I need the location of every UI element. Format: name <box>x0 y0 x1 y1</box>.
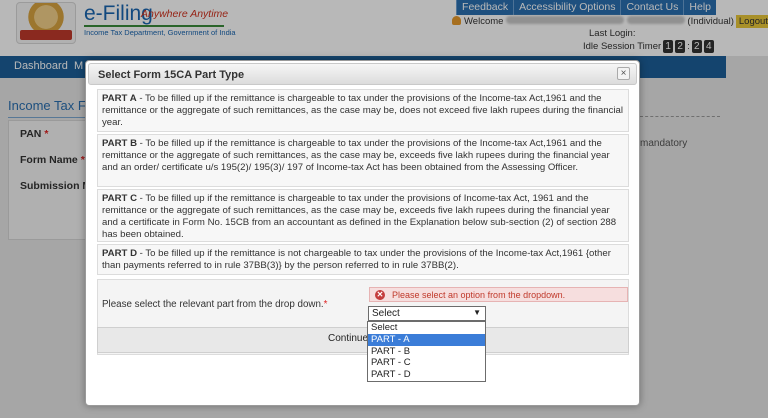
continue-bar: Continue <box>97 327 629 353</box>
part-a-description: PART A - To be filled up if the remittan… <box>97 89 629 132</box>
part-b-description: PART B - To be filled up if the remittan… <box>97 134 629 187</box>
dialog-titlebar[interactable]: Select Form 15CA Part Type × <box>88 63 637 85</box>
select-value: Select <box>372 308 400 319</box>
part-d-description: PART D - To be filled up if the remittan… <box>97 244 629 275</box>
error-icon: ✕ <box>375 290 385 300</box>
error-message: Please select an option from the dropdow… <box>392 290 566 300</box>
part-type-select[interactable]: Select ▼ <box>368 306 486 321</box>
part-type-dialog: Select Form 15CA Part Type × PART A - To… <box>85 60 640 406</box>
dialog-title: Select Form 15CA Part Type <box>98 69 245 81</box>
option-part-d[interactable]: PART - D <box>368 369 485 381</box>
part-c-description: PART C - To be filled up if the remittan… <box>97 189 629 242</box>
close-icon[interactable]: × <box>617 67 630 80</box>
dropdown-arrow-icon: ▼ <box>473 308 481 317</box>
option-part-c[interactable]: PART - C <box>368 357 485 369</box>
part-type-dropdown: Select PART - A PART - B PART - C PART -… <box>367 321 486 382</box>
select-part-label: Please select the relevant part from the… <box>102 299 328 310</box>
part-descriptions: PART A - To be filled up if the remittan… <box>97 89 629 277</box>
option-select[interactable]: Select <box>368 322 485 334</box>
option-part-b[interactable]: PART - B <box>368 346 485 358</box>
continue-button[interactable]: Continue <box>328 333 368 347</box>
error-message-box: ✕ Please select an option from the dropd… <box>369 287 628 302</box>
option-part-a[interactable]: PART - A <box>368 333 485 346</box>
